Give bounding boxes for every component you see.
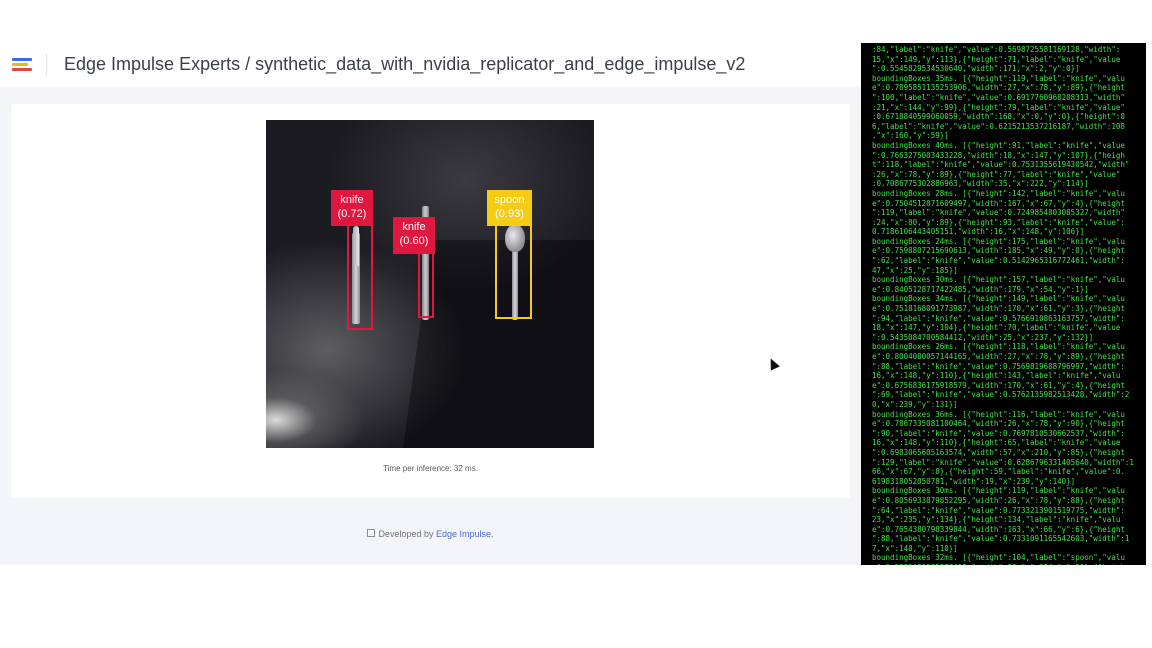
console-line: :84,"label":"knife","value":0.5698725581… bbox=[872, 45, 1121, 54]
console-line: e":0.7598807215690613,"width":185,"x":49… bbox=[872, 246, 1125, 256]
page-footer: Developed by Edge Impulse. bbox=[0, 529, 861, 539]
camera-feed: knife (0.72) knife (0.60) spoon (0.93) bbox=[266, 120, 594, 448]
checkbox-icon bbox=[367, 529, 376, 537]
console-line: e":0.7504512071609497,"width":167,"x":67… bbox=[872, 198, 1125, 208]
detection-score-3: (0.93) bbox=[495, 208, 524, 220]
detection-label-2: knife (0.60) bbox=[393, 217, 435, 254]
console-line: ":88,"label":"knife","value":0.756981968… bbox=[872, 361, 1125, 371]
detection-score-2: (0.60) bbox=[399, 235, 429, 247]
console-line: ":88,"label":"knife","value":0.733109116… bbox=[872, 534, 1130, 544]
console-line: e":0.8405128717422485,"width":179,"x":54… bbox=[872, 284, 1089, 294]
console-line: t":118,"label":"knife","value":0.7531355… bbox=[872, 160, 1130, 170]
console-line: boundingBoxes 30ms. [{"height":157,"labe… bbox=[872, 275, 1125, 285]
bounding-box-spoon bbox=[495, 224, 532, 319]
console-line: e":0.8056933879852295,"width":26,"x":78,… bbox=[872, 495, 1125, 505]
logo-bar-red bbox=[12, 68, 32, 71]
console-line: ":90,"label":"knife","value":0.769781053… bbox=[872, 428, 1125, 438]
console-line: e":0.9333491325378418,"width":36,"x":224… bbox=[872, 563, 1146, 565]
console-line: 15,"x":149,"y":113},{"height":71,"label"… bbox=[872, 54, 1121, 64]
edge-impulse-link[interactable]: Edge Impulse bbox=[436, 529, 491, 539]
console-line: boundingBoxes 24ms. [{"height":175,"labe… bbox=[872, 236, 1125, 246]
console-line: 18,"x":147,"y":104},{"height":70,"label"… bbox=[872, 323, 1121, 333]
console-line: :24,"x":80,"y":89},{"height":93,"label":… bbox=[872, 217, 1125, 227]
console-line: ":64,"label":"knife","value":0.773321390… bbox=[872, 505, 1125, 515]
detection-class-3: spoon bbox=[494, 194, 525, 206]
console-line: boundingBoxes 28ms. [{"height":142,"labe… bbox=[872, 188, 1125, 198]
header-divider bbox=[46, 53, 47, 77]
console-line: 6198318052050781,"width":19,"x":239,"y":… bbox=[872, 476, 1076, 486]
bounding-box-knife-2 bbox=[418, 252, 434, 318]
console-line: 16,"x":148,"y":110},{"height":65,"label"… bbox=[872, 438, 1121, 448]
console-line: ,"x":160,"y":59}] bbox=[872, 131, 949, 141]
console-line: 16,"x":148,"y":110},{"height":143,"label… bbox=[872, 371, 1121, 381]
console-line: ":69,"label":"knife","value":0.576213598… bbox=[872, 390, 1130, 400]
console-line: 23,"x":235,"y":134},{"height":134,"label… bbox=[872, 515, 1121, 525]
console-line: e":0.8004080057144165,"width":27,"x":78,… bbox=[872, 352, 1125, 361]
console-line: :0.6718840599060059,"width":168,"x":0,"y… bbox=[872, 112, 1125, 122]
console-line: boundingBoxes 36ms. [{"height":116,"labe… bbox=[872, 409, 1125, 419]
console-line: e":0.7518168091773987,"width":170,"x":61… bbox=[872, 304, 1125, 314]
console-line: ":119,"label":"knife","value":0.72498548… bbox=[872, 208, 1125, 218]
page-title: Edge Impulse Experts / synthetic_data_wi… bbox=[64, 54, 746, 74]
console-line: ":100,"label":"knife","value":0.69177609… bbox=[872, 92, 1125, 102]
detection-score-1: (0.72) bbox=[337, 208, 367, 220]
console-line: ":94,"label":"knife","value":0.576691086… bbox=[872, 313, 1125, 323]
console-output: :84,"label":"knife","value":0.5698725581… bbox=[861, 43, 1146, 565]
console-line: ":0.5435084700584412,"width":25,"x":237,… bbox=[872, 332, 1094, 342]
inference-time: Time per inference: 32 ms. bbox=[383, 464, 478, 473]
inference-card: knife (0.72) knife (0.60) spoon (0.93) T… bbox=[11, 104, 850, 498]
console-line: ":129,"label":"knife","value":0.62867963… bbox=[872, 457, 1134, 467]
console-line: :21,"x":144,"y":99},{"height":79,"label"… bbox=[872, 102, 1125, 112]
console-line: boundingBoxes 32ms. [{"height":104,"labe… bbox=[872, 553, 1125, 563]
console-line: e":0.7654380798339844,"width":163,"x":66… bbox=[872, 524, 1125, 534]
serial-console[interactable]: :84,"label":"knife","value":0.5698725581… bbox=[861, 43, 1146, 565]
footer-prefix: Developed by bbox=[378, 529, 434, 539]
logo-bar-blue bbox=[12, 58, 32, 61]
console-line: boundingBoxes 34ms. [{"height":149,"labe… bbox=[872, 294, 1125, 304]
console-line: boundingBoxes 30ms. [{"height":119,"labe… bbox=[872, 486, 1125, 496]
detection-class-2: knife bbox=[402, 221, 426, 233]
console-line: 0,"x":239,"y":131}] bbox=[872, 399, 958, 409]
console-line: ":0.7663275003433228,"width":18,"x":147,… bbox=[872, 150, 1125, 160]
console-line: 7,"x":148,"y":110}] bbox=[872, 543, 958, 553]
logo-bar-yellow bbox=[12, 63, 28, 66]
console-line: ":0.6983065605163574,"width":57,"x":210,… bbox=[872, 447, 1125, 457]
web-app-panel: Edge Impulse Experts / synthetic_data_wi… bbox=[0, 43, 861, 565]
console-line: e":0.7867335081100464,"width":26,"x":78,… bbox=[872, 419, 1125, 429]
top-header: Edge Impulse Experts / synthetic_data_wi… bbox=[0, 43, 861, 87]
console-line: 66,"x":67,"y":8},{"height":59,"label":"k… bbox=[872, 467, 1125, 477]
console-line: :26,"x":78,"y":89},{"height":77,"label":… bbox=[872, 169, 1121, 179]
console-line: e":0.6756836175918579,"width":170,"x":61… bbox=[872, 380, 1125, 390]
bounding-box-knife-1 bbox=[347, 224, 373, 330]
console-line: ":62,"label":"knife","value":0.514296531… bbox=[872, 256, 1125, 266]
console-line: 47,"x":25,"y":185}] bbox=[872, 265, 958, 275]
console-line: e":0.7895851135253906,"width":27,"x":78,… bbox=[872, 83, 1125, 93]
console-line: boundingBoxes 35ms. [{"height":119,"labe… bbox=[872, 73, 1125, 83]
console-line: :0.7086775302886963,"width":35,"x":222,"… bbox=[872, 179, 1089, 189]
footer-suffix: . bbox=[491, 529, 494, 539]
edge-impulse-logo-icon[interactable] bbox=[12, 56, 34, 74]
console-line: boundingBoxes 26ms. [{"height":118,"labe… bbox=[872, 342, 1125, 352]
console-line: ":0.5545829534530640,"width":171,"x":2,"… bbox=[872, 64, 1080, 74]
console-line: boundingBoxes 40ms. [{"height":91,"label… bbox=[872, 140, 1125, 150]
detection-label-1: knife (0.72) bbox=[331, 190, 373, 226]
detection-class-1: knife bbox=[340, 194, 364, 206]
detection-label-3: spoon (0.93) bbox=[487, 190, 532, 226]
console-line: 0.7186106443405151,"width":16,"x":148,"y… bbox=[872, 227, 1085, 237]
console-line: 6,"label":"knife","value":0.621521353721… bbox=[872, 121, 1125, 131]
